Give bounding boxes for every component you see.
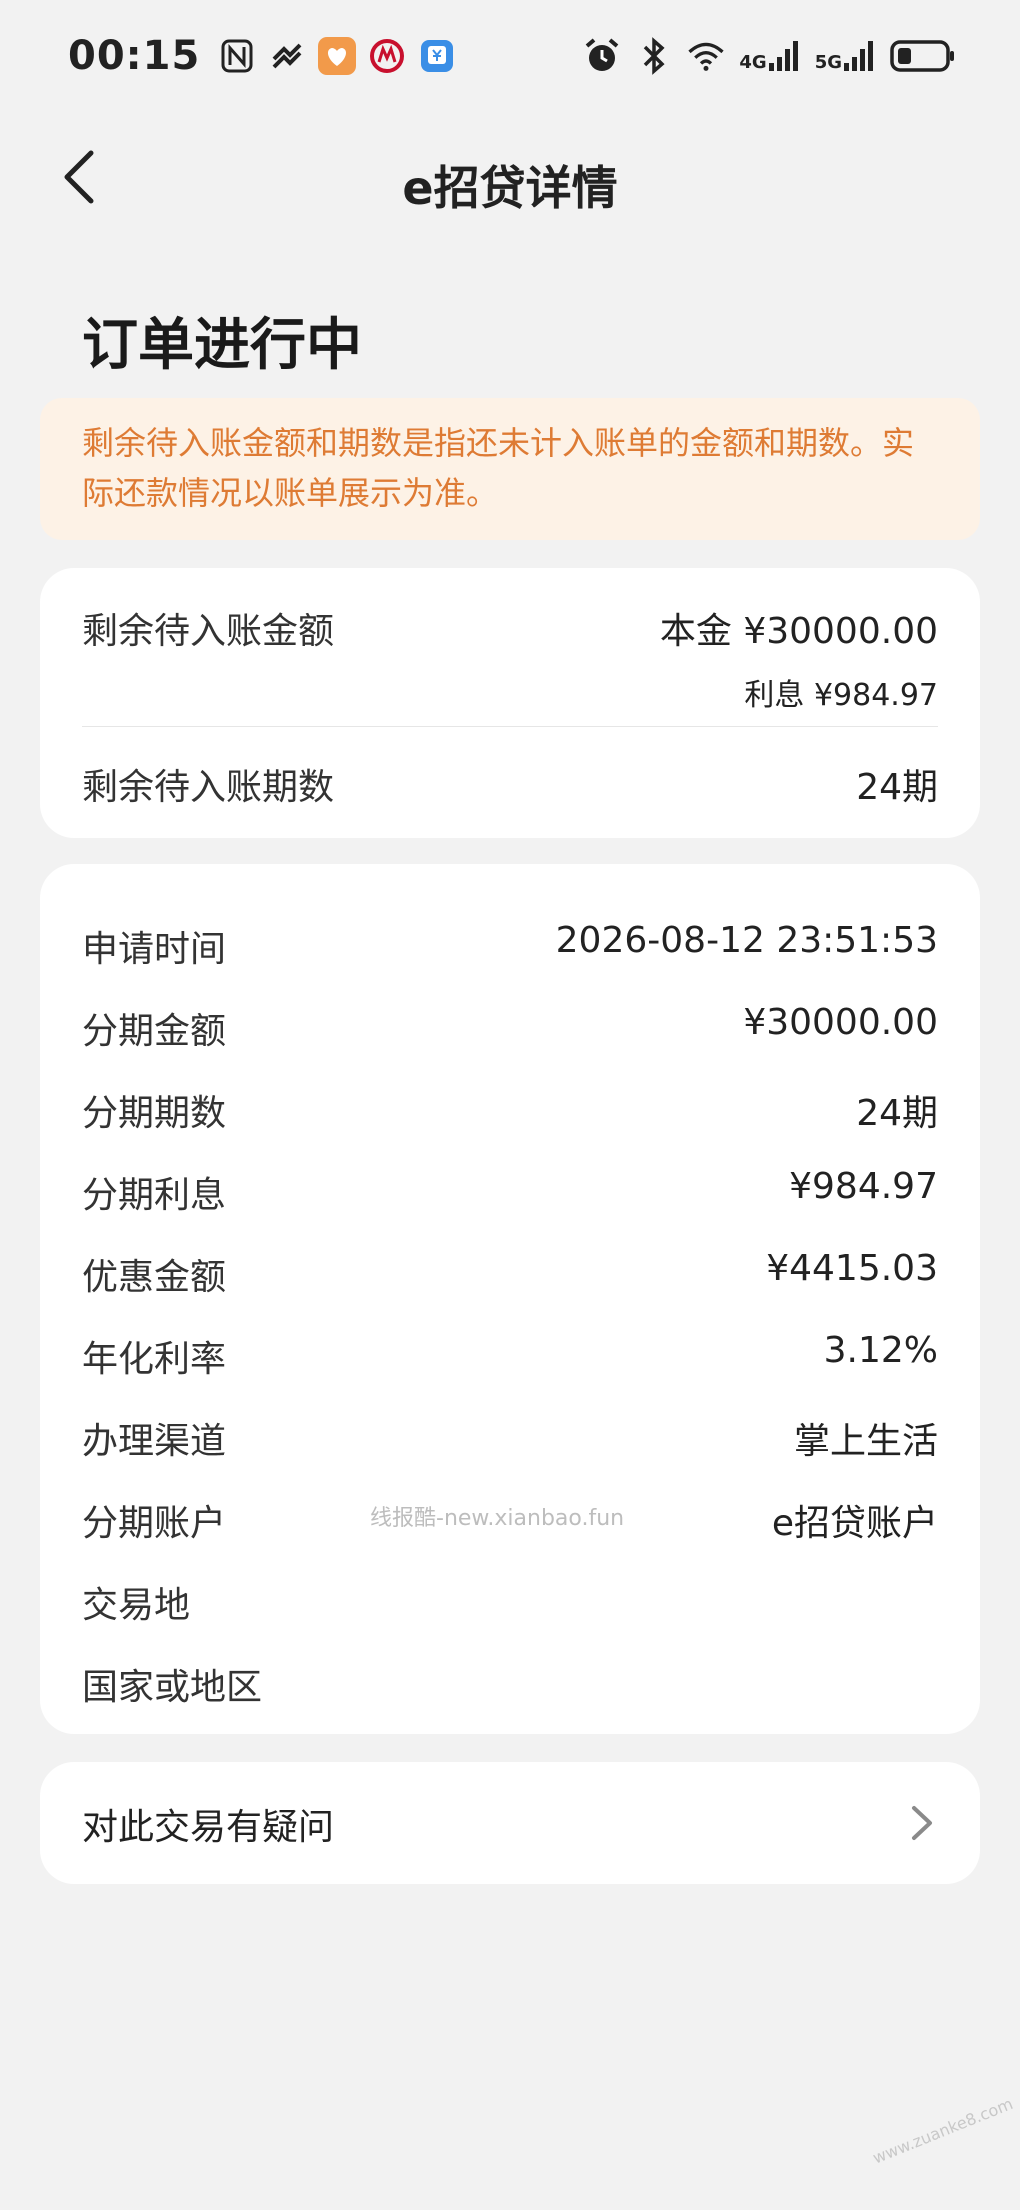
notice-text: 剩余待入账金额和期数是指还未计入账单的金额和期数。实际还款情况以账单展示为准。 xyxy=(82,424,915,512)
detail-row-trade-place: 交易地 xyxy=(40,1562,980,1644)
transaction-query-button[interactable]: 对此交易有疑问 xyxy=(40,1762,980,1884)
detail-row-periods: 分期期数 24期 xyxy=(40,1070,980,1152)
detail-row-channel: 办理渠道 掌上生活 xyxy=(40,1398,980,1480)
bluetooth-icon xyxy=(635,37,673,75)
detail-label: 交易地 xyxy=(82,1585,191,1626)
pending-amount-label: 剩余待入账金额 xyxy=(82,611,335,652)
network-5g-label: 5G xyxy=(814,52,842,73)
status-bar-left: 00:15 xyxy=(68,33,456,79)
battery-icon xyxy=(890,37,956,75)
detail-row-apply-time: 申请时间 2026-08-12 23:51:53 xyxy=(40,906,980,988)
alarm-icon xyxy=(583,37,621,75)
pending-summary-card: 剩余待入账金额 本金 ¥30000.00 利息 ¥984.97 剩余待入账期数 … xyxy=(40,568,980,838)
sync-icon xyxy=(268,37,306,75)
detail-label: 国家或地区 xyxy=(82,1667,263,1708)
detail-row-amount: 分期金额 ¥30000.00 xyxy=(40,988,980,1070)
detail-label: 办理渠道 xyxy=(82,1421,227,1462)
corner-watermark: www.zuanke8.com xyxy=(870,2094,1016,2168)
detail-row-interest: 分期利息 ¥984.97 xyxy=(40,1152,980,1234)
detail-label: 分期利息 xyxy=(82,1175,227,1216)
detail-label: 分期金额 xyxy=(82,1011,227,1052)
order-status-heading: 订单进行中 xyxy=(82,313,362,378)
signal-icon xyxy=(844,41,873,71)
nav-bar: e招贷详情 xyxy=(0,112,1020,246)
health-app-icon xyxy=(318,37,357,75)
watermark-text: 线报酷-new.xianbao.fun xyxy=(370,1506,625,1531)
detail-row-country: 国家或地区 xyxy=(40,1644,980,1726)
detail-value: 2026-08-12 23:51:53 xyxy=(555,920,938,961)
pending-periods-label: 剩余待入账期数 xyxy=(82,767,335,808)
pending-principal-value: 本金 ¥30000.00 xyxy=(659,611,938,652)
pending-interest-value: 利息 ¥984.97 xyxy=(744,678,938,713)
detail-row-discount: 优惠金额 ¥4415.03 xyxy=(40,1234,980,1316)
detail-value: 3.12% xyxy=(823,1330,938,1371)
detail-value: e招贷账户 xyxy=(771,1503,938,1544)
loan-detail-page: 00:15 4G 5G e招贷详情 订单进行中 剩余待入账金额和期数是指还未计入… xyxy=(0,0,1020,2210)
detail-label: 分期期数 xyxy=(82,1093,227,1134)
divider xyxy=(82,726,938,727)
status-bar: 00:15 4G 5G xyxy=(0,0,1020,112)
detail-label: 年化利率 xyxy=(82,1339,227,1380)
page-title: e招贷详情 xyxy=(402,161,618,215)
bank-app-icon xyxy=(418,37,456,75)
detail-value: ¥4415.03 xyxy=(766,1248,938,1289)
signal-4g: 4G xyxy=(739,39,800,73)
wifi-icon xyxy=(687,37,725,75)
signal-5g: 5G xyxy=(815,39,876,73)
detail-value: 掌上生活 xyxy=(793,1421,938,1462)
status-bar-right: 4G 5G xyxy=(583,37,956,75)
detail-value: ¥984.97 xyxy=(789,1166,938,1207)
cmb-app-icon xyxy=(368,37,406,75)
status-time: 00:15 xyxy=(68,33,201,79)
detail-row-annual-rate: 年化利率 3.12% xyxy=(40,1316,980,1398)
detail-value: ¥30000.00 xyxy=(743,1002,938,1043)
query-label: 对此交易有疑问 xyxy=(82,1807,335,1848)
chevron-right-icon xyxy=(912,1806,932,1840)
detail-label: 申请时间 xyxy=(82,929,227,970)
detail-value: 24期 xyxy=(856,1093,938,1134)
notice-banner: 剩余待入账金额和期数是指还未计入账单的金额和期数。实际还款情况以账单展示为准。 xyxy=(40,398,980,540)
installment-detail-card: 申请时间 2026-08-12 23:51:53 分期金额 ¥30000.00 … xyxy=(40,864,980,1734)
nfc-icon xyxy=(218,37,256,75)
detail-label: 分期账户 xyxy=(82,1503,227,1544)
signal-icon xyxy=(768,41,798,71)
detail-label: 优惠金额 xyxy=(82,1257,227,1298)
network-4g-label: 4G xyxy=(739,52,767,73)
pending-periods-value: 24期 xyxy=(856,767,938,808)
